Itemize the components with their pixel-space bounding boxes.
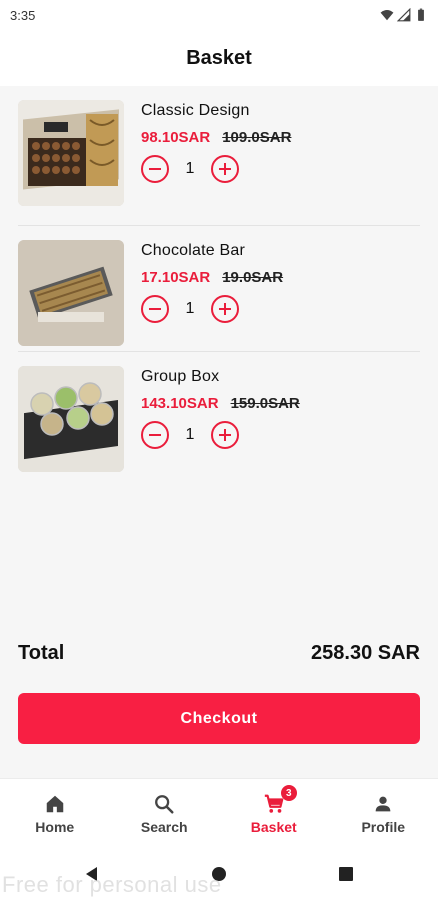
- price-row: 17.10SAR 19.0SAR: [141, 269, 283, 286]
- checkout-button[interactable]: Checkout: [18, 693, 420, 744]
- nav-item-basket[interactable]: 3 Basket: [219, 779, 329, 848]
- status-bar: 3:35: [0, 0, 438, 30]
- decrease-quantity-button[interactable]: [141, 295, 169, 323]
- item-old-price: 19.0SAR: [222, 269, 284, 286]
- basket-list: Classic Design 98.10SAR 109.0SAR 1 Choco…: [0, 86, 438, 478]
- wifi-icon: [380, 10, 394, 21]
- decrease-quantity-button[interactable]: [141, 155, 169, 183]
- item-name: Classic Design: [141, 102, 250, 119]
- quantity-stepper: 1: [141, 295, 283, 323]
- price-row: 143.10SAR 159.0SAR: [141, 395, 300, 412]
- item-info: Chocolate Bar 17.10SAR 19.0SAR 1: [141, 240, 283, 351]
- item-price: 17.10SAR: [141, 269, 211, 286]
- increase-quantity-button[interactable]: [211, 421, 239, 449]
- product-image: [18, 366, 124, 472]
- product-image: [18, 240, 124, 346]
- quantity-value: 1: [185, 300, 195, 317]
- app-header: Basket: [0, 30, 438, 86]
- total-label: Total: [18, 642, 65, 664]
- quantity-stepper: 1: [141, 421, 300, 449]
- search-icon: [155, 795, 174, 814]
- battery-icon: [418, 8, 424, 21]
- nav-item-search[interactable]: Search: [110, 779, 220, 848]
- item-name: Chocolate Bar: [141, 242, 245, 259]
- watermark: Free for personal use: [2, 872, 222, 897]
- cart-count-badge: 3: [280, 785, 297, 801]
- nav-label: Basket: [250, 819, 297, 835]
- nav-label: Home: [35, 819, 75, 835]
- item-old-price: 159.0SAR: [230, 395, 300, 412]
- recents-button[interactable]: [283, 866, 410, 882]
- item-info: Group Box 143.10SAR 159.0SAR 1: [141, 366, 300, 478]
- nav-label: Profile: [361, 819, 406, 835]
- nav-item-profile[interactable]: Profile: [329, 779, 438, 848]
- quantity-stepper: 1: [141, 155, 291, 183]
- status-time: 3:35: [10, 7, 36, 23]
- minus-icon: [149, 308, 161, 310]
- decrease-quantity-button[interactable]: [141, 421, 169, 449]
- basket-item[interactable]: Chocolate Bar 17.10SAR 19.0SAR 1: [18, 226, 420, 352]
- total-value: 258.30 SAR: [311, 642, 420, 664]
- signal-icon: [397, 8, 411, 22]
- product-image: [18, 100, 124, 206]
- plus-icon: [219, 429, 231, 441]
- plus-icon: [219, 303, 231, 315]
- quantity-value: 1: [185, 160, 195, 177]
- basket-item[interactable]: Classic Design 98.10SAR 109.0SAR 1: [18, 100, 420, 226]
- minus-icon: [149, 168, 161, 170]
- item-price: 98.10SAR: [141, 129, 211, 146]
- nav-label: Search: [140, 819, 188, 835]
- price-row: 98.10SAR 109.0SAR: [141, 129, 291, 146]
- item-old-price: 109.0SAR: [222, 129, 292, 146]
- item-name: Group Box: [141, 368, 220, 385]
- item-price: 143.10SAR: [141, 395, 219, 412]
- increase-quantity-button[interactable]: [211, 155, 239, 183]
- increase-quantity-button[interactable]: [211, 295, 239, 323]
- page-title: Basket: [186, 46, 252, 69]
- minus-icon: [149, 434, 161, 436]
- recents-square-icon: [339, 867, 353, 881]
- home-icon: [46, 795, 63, 813]
- item-info: Classic Design 98.10SAR 109.0SAR 1: [141, 100, 291, 225]
- total-row: Total 258.30 SAR: [18, 642, 420, 665]
- nav-item-home[interactable]: Home: [0, 779, 110, 848]
- status-icons: [380, 8, 428, 22]
- basket-item[interactable]: Group Box 143.10SAR 159.0SAR 1: [18, 352, 420, 478]
- quantity-value: 1: [185, 426, 195, 443]
- plus-icon: [219, 163, 231, 175]
- person-icon: [375, 796, 391, 812]
- bottom-nav: Home Search 3 Basket Profile: [0, 778, 438, 848]
